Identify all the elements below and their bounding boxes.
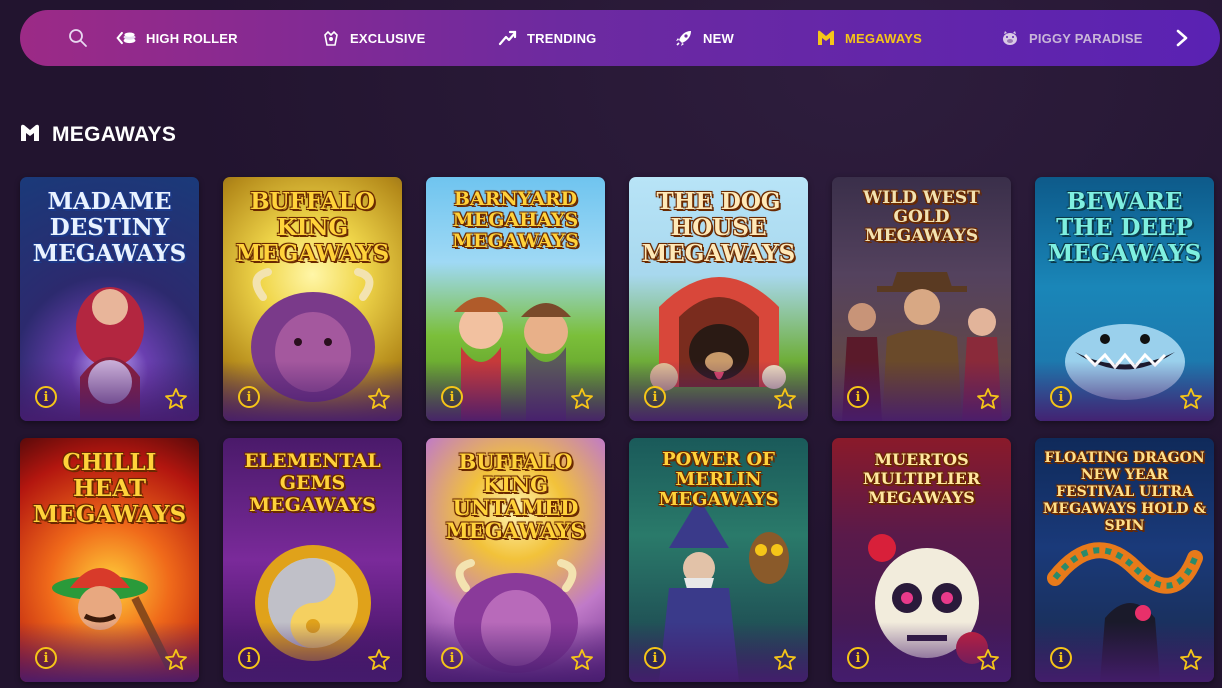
info-icon[interactable]: i [35, 386, 57, 408]
info-icon[interactable]: i [441, 647, 463, 669]
nav-item-exclusive[interactable]: EXCLUSIVE [320, 10, 425, 66]
piggy-icon [999, 27, 1021, 49]
game-card[interactable]: BARNYARD MEGAHAYS MEGAWAYS i [426, 177, 605, 421]
game-card[interactable]: CHILLI HEAT MEGAWAYS i [20, 438, 199, 682]
game-card[interactable]: THE DOG HOUSE MEGAWAYS i [629, 177, 808, 421]
info-icon[interactable]: i [847, 386, 869, 408]
info-icon[interactable]: i [1050, 647, 1072, 669]
star-icon[interactable] [569, 647, 595, 673]
game-title: CHILLI HEAT MEGAWAYS [32, 449, 187, 528]
nav-item-label: PIGGY PARADISE [1029, 30, 1143, 46]
game-card[interactable]: MADAME DESTINY MEGAWAYS i [20, 177, 199, 421]
search-icon[interactable] [68, 28, 88, 48]
nav-item-label: NEW [703, 30, 734, 46]
game-title: BARNYARD MEGAHAYS MEGAWAYS [452, 188, 579, 252]
info-icon[interactable]: i [441, 386, 463, 408]
game-card[interactable]: FLOATING DRAGON NEW YEAR FESTIVAL ULTRA … [1035, 438, 1214, 682]
category-navbar: HIGH ROLLER EXCLUSIVE TRENDING NEW MEGAW… [20, 10, 1220, 66]
game-title: BEWARE THE DEEP MEGAWAYS [1047, 188, 1202, 267]
game-card[interactable]: BEWARE THE DEEP MEGAWAYS i [1035, 177, 1214, 421]
section-header: MEGAWAYS [20, 120, 176, 150]
info-icon[interactable]: i [644, 647, 666, 669]
star-icon[interactable] [975, 386, 1001, 412]
game-title: MUERTOS MULTIPLIER MEGAWAYS [862, 450, 981, 507]
info-icon[interactable]: i [238, 386, 260, 408]
nav-item-label: EXCLUSIVE [350, 30, 426, 46]
section-title: MEGAWAYS [52, 123, 177, 146]
game-title: ELEMENTAL GEMS MEGAWAYS [244, 450, 381, 516]
game-title: FLOATING DRAGON NEW YEAR FESTIVAL ULTRA … [1042, 450, 1207, 534]
info-icon[interactable]: i [238, 647, 260, 669]
rocket-icon [673, 27, 695, 49]
high-roller-icon [116, 27, 138, 49]
nav-item-label: HIGH ROLLER [146, 30, 238, 46]
game-card[interactable]: ELEMENTAL GEMS MEGAWAYS i [223, 438, 402, 682]
megaways-icon [20, 123, 40, 148]
game-card[interactable]: MUERTOS MULTIPLIER MEGAWAYS i [832, 438, 1011, 682]
megaways-icon [815, 27, 837, 49]
star-icon[interactable] [975, 647, 1001, 673]
nav-item-label: TRENDING [527, 30, 597, 46]
game-card[interactable]: POWER OF MERLIN MEGAWAYS i [629, 438, 808, 682]
star-icon[interactable] [366, 647, 392, 673]
nav-item-high-roller[interactable]: HIGH ROLLER [116, 10, 238, 66]
nav-item-new[interactable]: NEW [673, 10, 734, 66]
chevron-right-icon[interactable] [1168, 24, 1196, 52]
star-icon[interactable] [163, 386, 189, 412]
info-icon[interactable]: i [35, 647, 57, 669]
info-icon[interactable]: i [847, 647, 869, 669]
star-icon[interactable] [772, 386, 798, 412]
exclusive-icon [320, 27, 342, 49]
game-title: MADAME DESTINY MEGAWAYS [32, 188, 187, 267]
game-title: WILD WEST GOLD MEGAWAYS [863, 188, 980, 246]
star-icon[interactable] [569, 386, 595, 412]
star-icon[interactable] [366, 386, 392, 412]
star-icon[interactable] [772, 647, 798, 673]
game-title: BUFFALO KING UNTAMED MEGAWAYS [445, 449, 586, 543]
nav-item-trending[interactable]: TRENDING [497, 10, 597, 66]
game-card[interactable]: BUFFALO KING UNTAMED MEGAWAYS i [426, 438, 605, 682]
trending-icon [497, 27, 519, 49]
star-icon[interactable] [1178, 386, 1204, 412]
game-card[interactable]: WILD WEST GOLD MEGAWAYS i [832, 177, 1011, 421]
game-title: BUFFALO KING MEGAWAYS [235, 188, 390, 267]
info-icon[interactable]: i [644, 386, 666, 408]
star-icon[interactable] [163, 647, 189, 673]
info-icon[interactable]: i [1050, 386, 1072, 408]
game-card[interactable]: BUFFALO KING MEGAWAYS i [223, 177, 402, 421]
nav-item-label: MEGAWAYS [845, 30, 922, 46]
nav-item-megaways[interactable]: MEGAWAYS [815, 10, 922, 66]
game-title: POWER OF MERLIN MEGAWAYS [658, 449, 779, 510]
nav-item-piggy-paradise[interactable]: PIGGY PARADISE [999, 10, 1143, 66]
star-icon[interactable] [1178, 647, 1204, 673]
game-title: THE DOG HOUSE MEGAWAYS [641, 188, 796, 267]
